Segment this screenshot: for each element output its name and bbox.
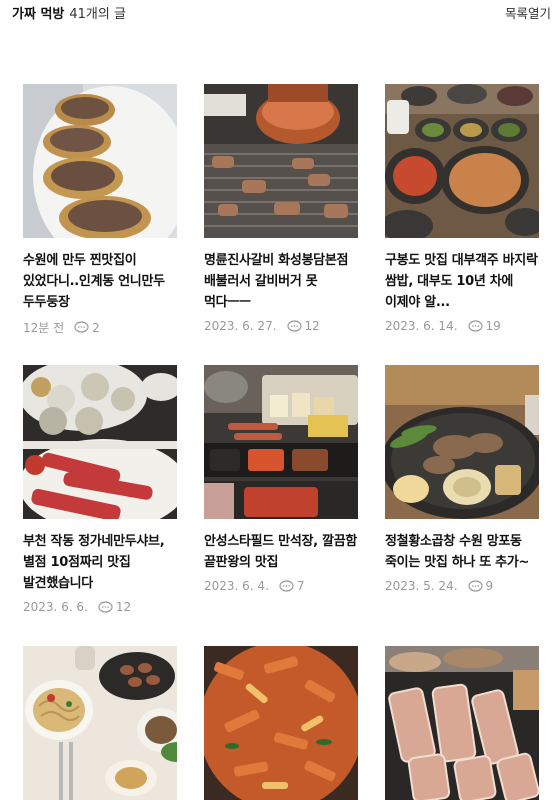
post-meta: 2023. 6. 4. 7	[204, 579, 360, 593]
comment-count-value: 2	[92, 320, 100, 335]
comment-count[interactable]: 12	[286, 319, 320, 333]
pasta-photo[interactable]	[23, 646, 177, 800]
comment-count-value: 12	[304, 319, 320, 333]
post-card[interactable]	[204, 646, 360, 800]
post-card[interactable]: 구봉도 맛집 대부객주 바지락 쌈밥, 대부도 10년 차에 이제야 알... …	[385, 84, 541, 333]
post-title[interactable]: 부천 작동 정가네만두샤브, 별점 10점짜리 맛집 발견했습니다	[23, 531, 179, 594]
post-card[interactable]	[23, 646, 179, 800]
shabu-photo[interactable]	[23, 365, 177, 519]
comment-count[interactable]: 12	[98, 600, 131, 614]
post-title[interactable]: 수원에 만두 찐맛집이 있었다니..인계동 언니만두 두두둥장	[23, 250, 179, 313]
comment-count-value: 12	[115, 600, 132, 614]
comment-count-value: 19	[485, 319, 501, 333]
comment-count-value: 9	[485, 579, 494, 593]
comment-icon	[74, 321, 89, 333]
comment-count[interactable]: 19	[467, 319, 501, 333]
post-meta: 2023. 6. 6. 12	[23, 600, 179, 614]
comment-count[interactable]: 7	[279, 579, 305, 593]
grill-photo[interactable]	[204, 84, 358, 238]
comment-count[interactable]: 2	[74, 321, 100, 335]
comment-icon	[467, 319, 483, 332]
post-date: 2023. 6. 6.	[23, 600, 88, 614]
post-date: 2023. 6. 14.	[385, 319, 458, 333]
dumplings-photo[interactable]	[23, 84, 177, 238]
post-title[interactable]: 안성스타필드 만석장, 깔끔함 끝판왕의 맛집	[204, 531, 360, 573]
pork-belly-photo[interactable]	[385, 646, 539, 800]
post-meta: 2023. 6. 27. 12	[204, 319, 360, 333]
post-date: 2023. 6. 4.	[204, 579, 269, 593]
post-title[interactable]: 구봉도 맛집 대부객주 바지락 쌈밥, 대부도 10년 차에 이제야 알...	[385, 250, 541, 313]
post-title[interactable]: 명륜진사갈비 화성봉담본점 배불러서 갈비버거 못 먹다ㅡㅡ	[204, 250, 360, 313]
blog-category-header: 가짜 먹방 41개의 글 목록열기	[12, 2, 551, 22]
comment-icon	[286, 319, 302, 332]
post-date: 12분 전	[23, 321, 65, 335]
post-date: 2023. 5. 24.	[385, 579, 458, 593]
side-dishes-photo[interactable]	[385, 84, 539, 238]
post-meta: 2023. 5. 24. 9	[385, 579, 541, 593]
post-card[interactable]: 정철황소곱창 수원 망포동 죽이는 맛집 하나 또 추가~ 2023. 5. 2…	[385, 365, 541, 593]
post-meta: 2023. 6. 14. 19	[385, 319, 541, 333]
comment-icon	[279, 579, 294, 592]
post-title[interactable]: 정철황소곱창 수원 망포동 죽이는 맛집 하나 또 추가~	[385, 531, 541, 573]
comment-icon	[98, 600, 113, 613]
category-name[interactable]: 가짜 먹방	[12, 7, 64, 22]
comment-icon	[467, 579, 483, 592]
spicy-stirfry-photo[interactable]	[204, 646, 358, 800]
post-date: 2023. 6. 27.	[204, 319, 277, 333]
list-toggle-button[interactable]: 목록열기	[505, 3, 551, 22]
comment-count[interactable]: 9	[467, 579, 494, 593]
post-card[interactable]: 부천 작동 정가네만두샤브, 별점 10점짜리 맛집 발견했습니다 2023. …	[23, 365, 179, 614]
gopchang-photo[interactable]	[385, 365, 539, 519]
post-card[interactable]: 명륜진사갈비 화성봉담본점 배불러서 갈비버거 못 먹다ㅡㅡ 2023. 6. …	[204, 84, 360, 333]
category-heading: 가짜 먹방 41개의 글	[12, 3, 126, 22]
post-card[interactable]: 안성스타필드 만석장, 깔끔함 끝판왕의 맛집 2023. 6. 4. 7	[204, 365, 360, 593]
post-count: 41개의 글	[69, 6, 126, 22]
post-meta: 12분 전 2	[23, 319, 179, 336]
meal-set-photo[interactable]	[204, 365, 358, 519]
post-card[interactable]: 수원에 만두 찐맛집이 있었다니..인계동 언니만두 두두둥장 12분 전 2	[23, 84, 179, 336]
comment-count-value: 7	[296, 579, 305, 593]
post-card[interactable]	[385, 646, 541, 800]
